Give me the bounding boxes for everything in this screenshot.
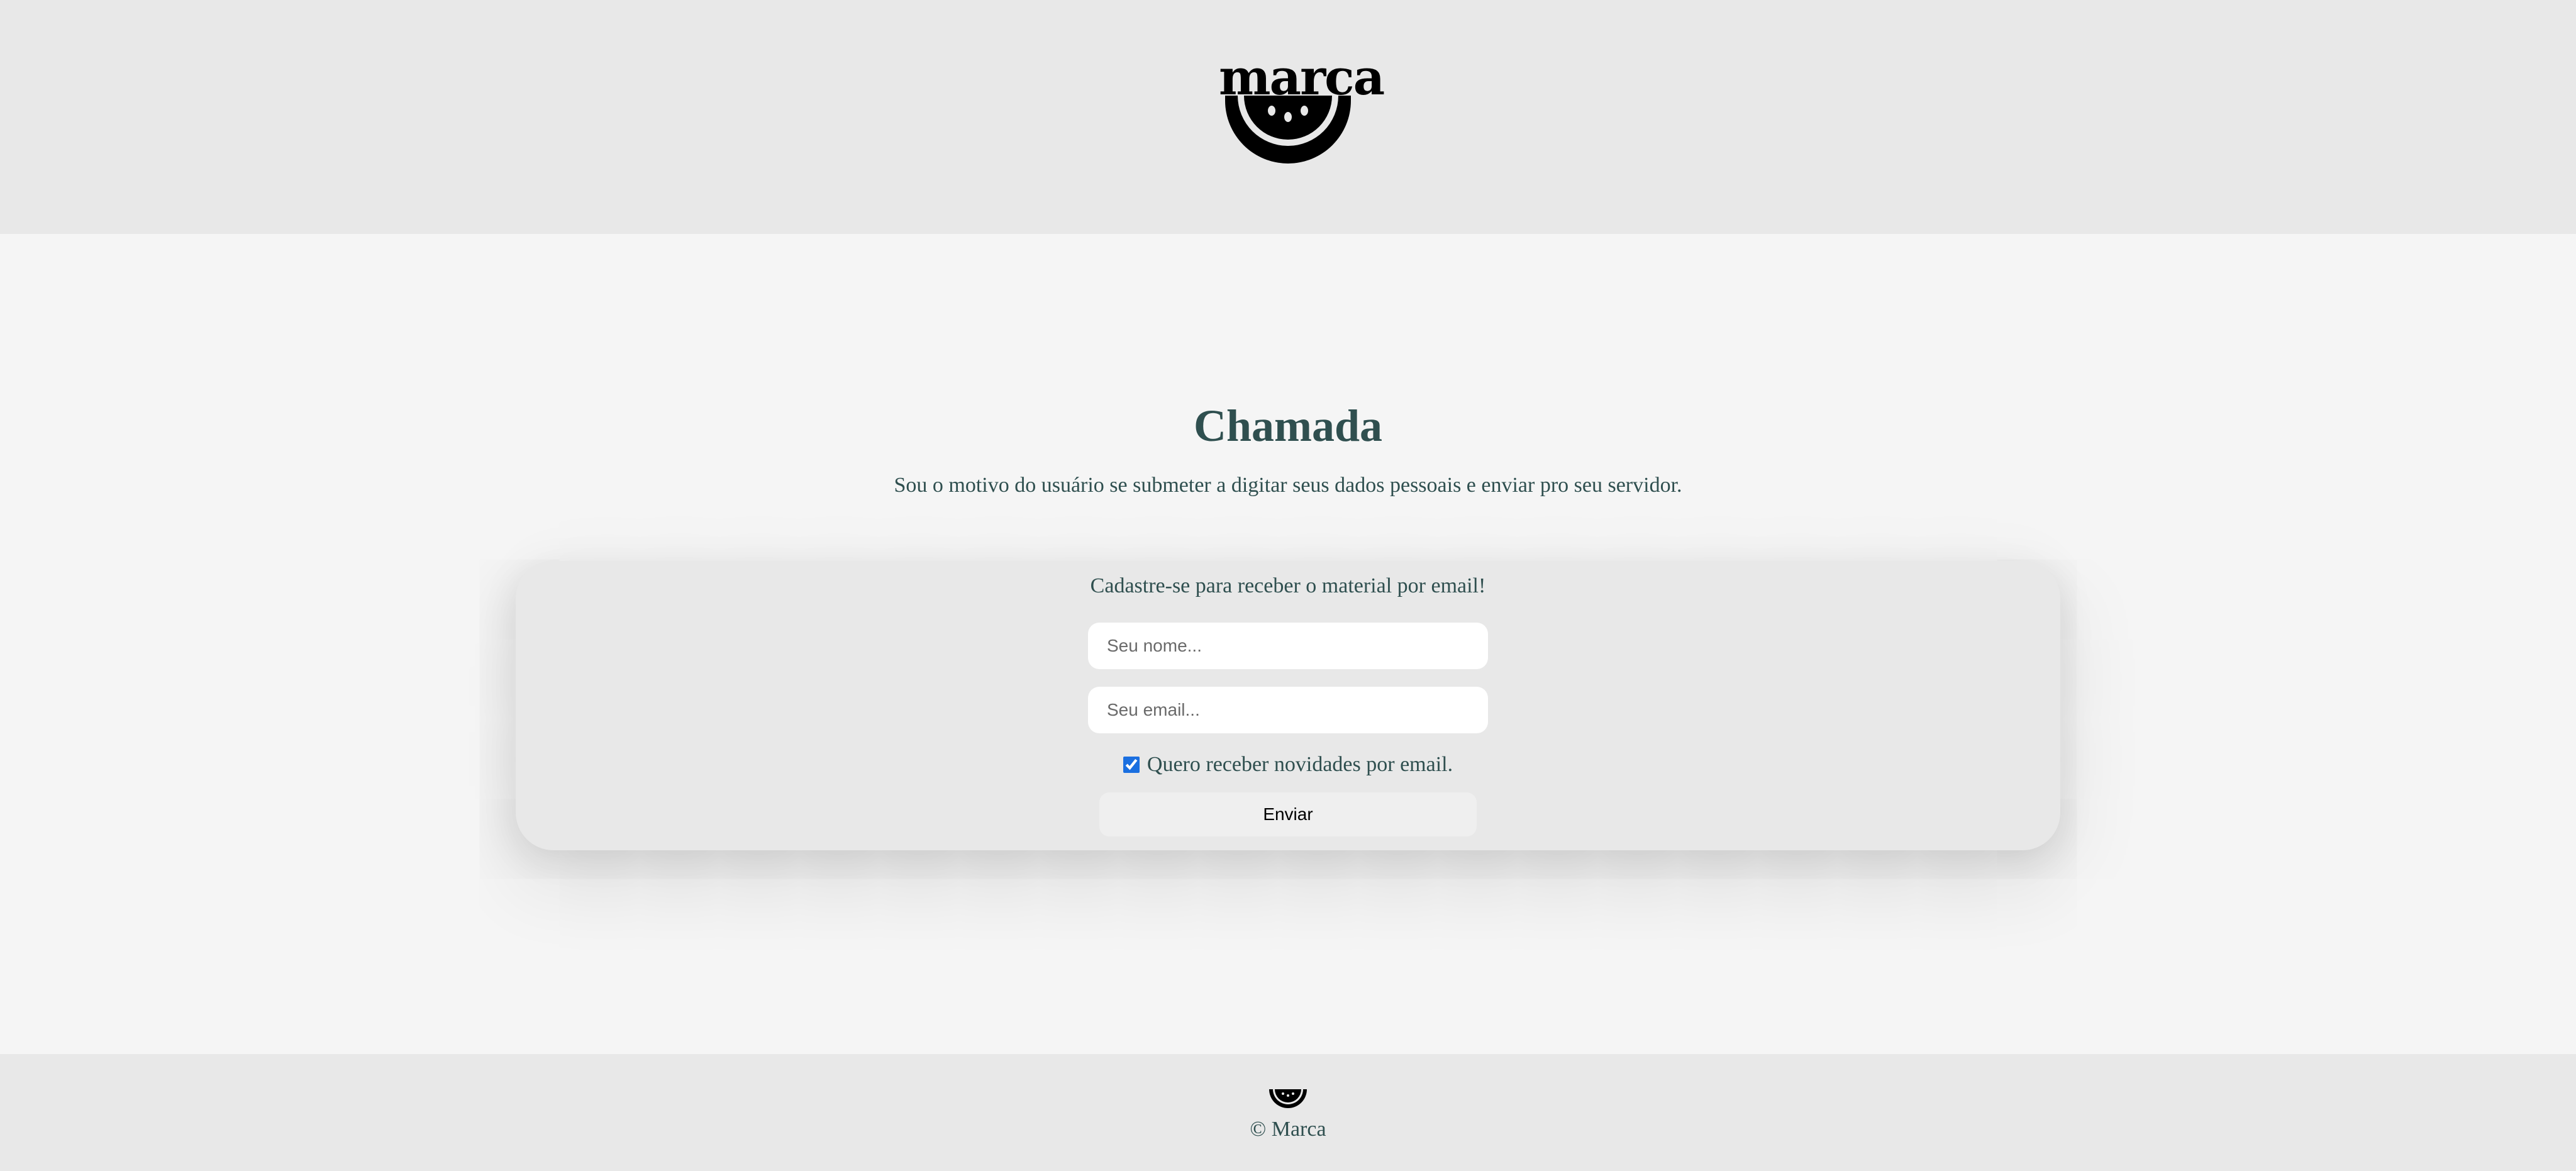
site-header: marca [0,0,2576,234]
site-footer: © Marca [0,1054,2576,1171]
name-input[interactable] [1088,623,1488,669]
watermelon-slice-icon [1269,1089,1307,1108]
page-title: Chamada [1193,401,1383,451]
email-input[interactable] [1088,687,1488,733]
signup-form: Cadastre-se para receber o material por … [516,561,2060,850]
brand-logo[interactable]: marca [1219,53,1385,170]
form-title: Cadastre-se para receber o material por … [1090,574,1486,597]
newsletter-option[interactable]: Quero receber novidades por email. [516,750,2060,780]
submit-button[interactable]: Enviar [1099,792,1477,836]
main-content: Chamada Sou o motivo do usuário se subme… [0,234,2576,1054]
newsletter-label: Quero receber novidades por email. [1146,753,1453,776]
newsletter-checkbox[interactable] [1123,757,1140,773]
copyright-text: © Marca [1250,1118,1326,1141]
brand-logo-text: marca [1219,49,1385,106]
page-subtitle: Sou o motivo do usuário se submeter a di… [894,474,1682,497]
